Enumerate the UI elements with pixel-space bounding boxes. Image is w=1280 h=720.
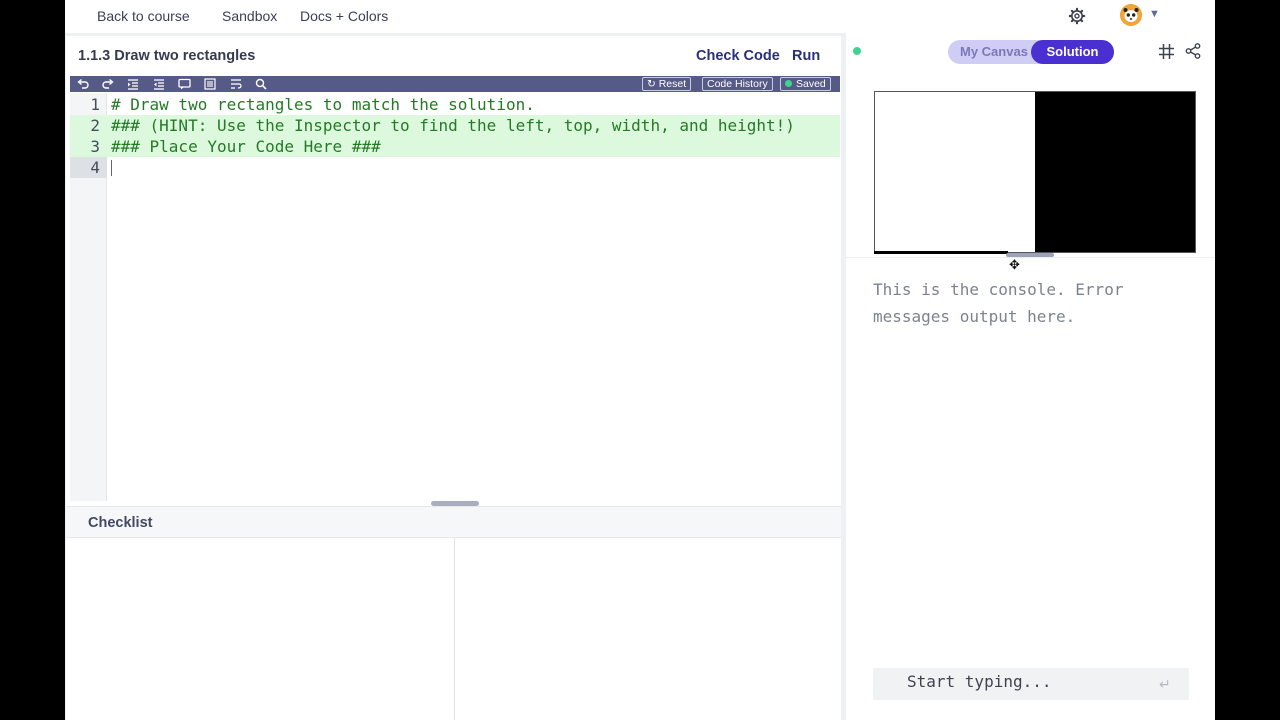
avatar[interactable] xyxy=(1120,4,1142,26)
saved-status-dot xyxy=(785,80,792,87)
tab-my-canvas[interactable]: My Canvas xyxy=(960,44,1028,59)
tab-solution[interactable]: Solution xyxy=(1031,40,1114,64)
code-text: ### Place Your Code Here ### xyxy=(111,137,381,156)
move-cursor-icon: ✥ xyxy=(1009,257,1020,272)
code-line-4-text[interactable] xyxy=(107,157,840,178)
refresh-icon: ↻ xyxy=(647,78,659,90)
editor-toolbar: ↻ Reset Code History Saved xyxy=(70,76,840,92)
run-button[interactable]: Run xyxy=(792,48,820,64)
redo-icon[interactable] xyxy=(101,77,115,91)
chevron-down-icon[interactable]: ▼ xyxy=(1149,8,1160,20)
checklist-body xyxy=(66,538,841,720)
line-number: 2 xyxy=(90,116,100,135)
saved-status: Saved xyxy=(780,77,831,91)
line-number: 1 xyxy=(90,95,100,114)
code-text: # Draw two rectangles to match the solut… xyxy=(111,95,535,114)
exercise-header: 1.1.3 Draw two rectangles Check Code Run xyxy=(66,36,841,76)
reset-button[interactable]: ↻ Reset xyxy=(642,77,692,91)
code-line-4[interactable]: 4 xyxy=(70,157,107,178)
wrap-icon[interactable] xyxy=(229,77,243,91)
share-icon[interactable] xyxy=(1184,42,1202,60)
code-text: ### (HINT: Use the Inspector to find the… xyxy=(111,116,795,135)
code-line-3[interactable]: 3 ### Place Your Code Here ### xyxy=(70,136,840,157)
console-placeholder: Start typing... xyxy=(907,672,1052,691)
page-title: 1.1.3 Draw two rectangles xyxy=(78,48,256,64)
editor-panel: 1.1.3 Draw two rectangles Check Code Run xyxy=(66,36,841,720)
undo-icon[interactable] xyxy=(76,77,90,91)
checklist-title: Checklist xyxy=(88,515,153,531)
canvas-area: ✥ xyxy=(846,83,1215,271)
checklist-divider xyxy=(454,538,455,720)
check-code-button[interactable]: Check Code xyxy=(696,48,780,64)
gear-icon[interactable] xyxy=(1068,7,1086,25)
outdent-icon[interactable] xyxy=(152,77,166,91)
grid-icon[interactable] xyxy=(1158,43,1175,60)
format-icon[interactable] xyxy=(203,77,217,91)
solution-canvas[interactable] xyxy=(874,91,1196,253)
reset-label: Reset xyxy=(658,78,687,90)
comment-icon[interactable] xyxy=(177,77,191,91)
canvas-toggle[interactable]: My Canvas Solution xyxy=(948,40,1114,64)
connection-status-dot xyxy=(853,47,861,55)
code-editor[interactable]: 1 # Draw two rectangles to match the sol… xyxy=(70,93,840,501)
app-window: Back to course Sandbox Docs + Colors ▼ 1… xyxy=(65,0,1215,720)
line-number: 3 xyxy=(90,137,100,156)
indent-icon[interactable] xyxy=(126,77,140,91)
enter-icon[interactable]: ↵ xyxy=(1159,676,1171,693)
text-cursor xyxy=(111,160,112,176)
search-icon[interactable] xyxy=(254,77,268,91)
code-line-2[interactable]: 2 ### (HINT: Use the Inspector to find t… xyxy=(70,115,840,136)
code-line-1[interactable]: 1 # Draw two rectangles to match the sol… xyxy=(70,94,840,115)
checklist-header: Checklist xyxy=(66,506,841,538)
output-panel: My Canvas Solution ✥ This is the console… xyxy=(846,33,1215,720)
black-rectangle xyxy=(1035,92,1195,252)
console-input[interactable]: Start typing... ↵ xyxy=(873,668,1189,700)
sandbox-link[interactable]: Sandbox xyxy=(222,8,277,24)
line-number: 4 xyxy=(90,158,100,177)
black-line xyxy=(874,251,1008,254)
docs-colors-link[interactable]: Docs + Colors xyxy=(300,8,388,24)
code-history-button[interactable]: Code History xyxy=(702,77,773,91)
back-to-course-link[interactable]: Back to course xyxy=(97,8,190,24)
console-output: This is the console. Error messages outp… xyxy=(873,280,1124,326)
top-nav: Back to course Sandbox Docs + Colors ▼ xyxy=(65,0,1215,33)
saved-label: Saved xyxy=(796,78,826,90)
